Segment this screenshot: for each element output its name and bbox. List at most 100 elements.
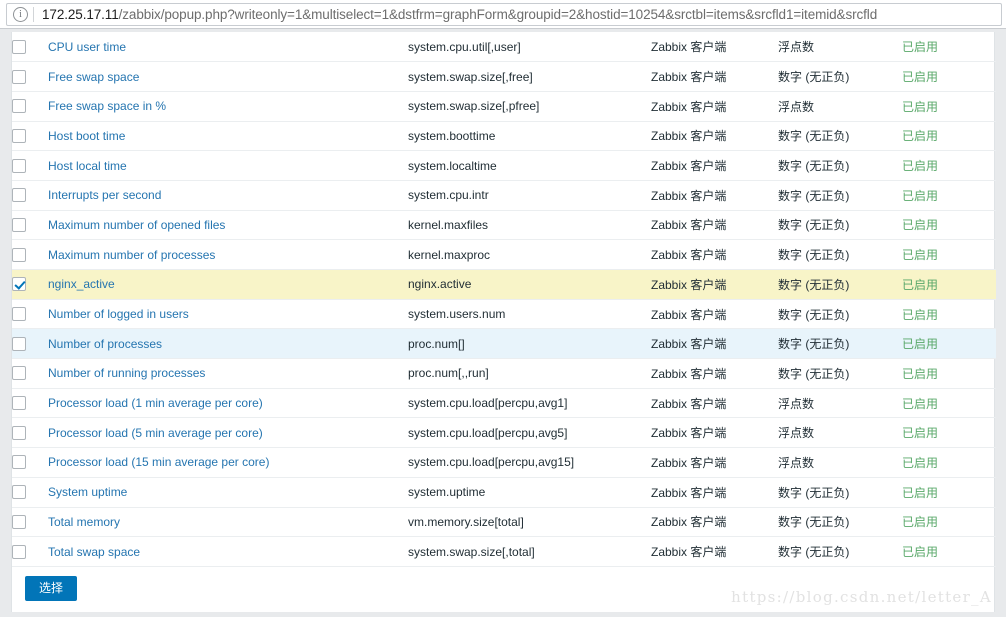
status-badge[interactable]: 已启用 [902, 456, 938, 470]
item-name-link[interactable]: Total swap space [48, 545, 140, 559]
row-checkbox[interactable] [12, 514, 26, 529]
table-row[interactable]: Interrupts per second system.cpu.intr Zabb… [12, 180, 996, 211]
table-row[interactable]: Free swap space in % system.swap.size[,pf… [12, 91, 996, 122]
row-checkbox[interactable] [12, 366, 26, 381]
row-checkbox-cell[interactable] [12, 536, 48, 567]
item-value-type-text: 浮点数 [778, 455, 815, 470]
item-name-link[interactable]: Total memory [48, 515, 120, 529]
row-checkbox-cell[interactable] [12, 269, 48, 300]
row-checkbox-cell[interactable] [12, 150, 48, 181]
table-row[interactable]: Number of processes proc.num[] Zabbix 客户端 数… [12, 328, 996, 360]
status-badge[interactable]: 已启用 [902, 515, 938, 529]
status-badge[interactable]: 已启用 [902, 218, 938, 232]
row-checkbox[interactable] [12, 336, 26, 351]
item-name-link[interactable]: Maximum number of processes [48, 248, 215, 262]
row-checkbox-cell[interactable] [12, 299, 48, 330]
item-name-link[interactable]: Number of logged in users [48, 307, 189, 321]
row-checkbox[interactable] [12, 39, 26, 54]
table-row[interactable]: Host boot time system.boottime Zabbix 客户端 数… [12, 121, 996, 152]
row-checkbox[interactable] [12, 307, 26, 322]
status-badge[interactable]: 已启用 [902, 337, 938, 351]
table-row[interactable]: Number of logged in users system.users.nu… [12, 299, 996, 330]
item-value-type-cell: 数字 (无正负) [778, 358, 902, 389]
info-circle-icon[interactable]: i [13, 6, 28, 22]
status-badge[interactable]: 已启用 [902, 486, 938, 500]
row-checkbox[interactable] [12, 217, 26, 232]
row-checkbox-cell[interactable] [12, 180, 48, 211]
item-name-link[interactable]: Host boot time [48, 129, 125, 143]
item-name-link[interactable]: Processor load (1 min average per core) [48, 396, 263, 410]
item-name-link[interactable]: Processor load (15 min average per core) [48, 455, 269, 469]
row-checkbox-cell[interactable] [12, 32, 48, 63]
table-row[interactable]: Processor load (15 min average per core)… [12, 447, 996, 478]
status-badge[interactable]: 已启用 [902, 100, 938, 114]
item-name-link[interactable]: Processor load (5 min average per core) [48, 426, 263, 440]
item-value-type-cell: 浮点数 [778, 388, 902, 419]
table-row[interactable]: CPU user time system.cpu.util[,user] Zabbi… [12, 32, 996, 63]
row-checkbox-cell[interactable] [12, 210, 48, 241]
row-checkbox[interactable] [12, 544, 26, 559]
table-row[interactable]: Total memory vm.memory.size[total] Zabbix … [12, 507, 996, 538]
status-badge[interactable]: 已启用 [902, 367, 938, 381]
item-name-link[interactable]: CPU user time [48, 40, 126, 54]
table-row[interactable]: nginx_active nginx.active Zabbix 客户端 数字 (无正… [12, 269, 996, 300]
table-row[interactable]: Processor load (5 min average per core) s… [12, 417, 996, 449]
status-badge[interactable]: 已启用 [902, 129, 938, 143]
table-row[interactable]: Number of running processes proc.num[,,ru… [12, 358, 996, 389]
table-row[interactable]: Total swap space system.swap.size[,total]… [12, 536, 996, 567]
status-badge[interactable]: 已启用 [902, 545, 938, 559]
row-checkbox-cell[interactable] [12, 477, 48, 508]
row-checkbox-cell[interactable] [12, 91, 48, 122]
row-checkbox[interactable] [12, 485, 26, 500]
status-badge[interactable]: 已启用 [902, 426, 938, 440]
item-name-link[interactable]: Host local time [48, 159, 127, 173]
item-name-link[interactable]: Free swap space [48, 70, 139, 84]
status-badge[interactable]: 已启用 [902, 248, 938, 262]
item-name-cell: Processor load (1 min average per core) [48, 388, 408, 419]
item-type-text: Zabbix 客户端 [651, 99, 727, 114]
item-name-link[interactable]: nginx_active [48, 277, 115, 291]
row-checkbox[interactable] [12, 188, 26, 203]
row-checkbox-cell[interactable] [12, 417, 48, 449]
row-checkbox[interactable] [12, 128, 26, 143]
row-checkbox-cell[interactable] [12, 358, 48, 389]
status-badge[interactable]: 已启用 [902, 159, 938, 173]
select-button[interactable]: 选择 [25, 575, 78, 601]
item-name-link[interactable]: Number of running processes [48, 366, 205, 380]
row-checkbox[interactable] [12, 247, 26, 262]
item-name-link[interactable]: Maximum number of opened files [48, 218, 225, 232]
table-row[interactable]: Host local time system.localtime Zabbix 客户… [12, 150, 996, 181]
item-value-type-text: 数字 (无正负) [778, 129, 850, 144]
row-checkbox-cell[interactable] [12, 507, 48, 538]
row-checkbox[interactable] [12, 158, 26, 173]
row-checkbox-cell[interactable] [12, 447, 48, 478]
row-checkbox[interactable] [12, 455, 26, 470]
row-checkbox-cell[interactable] [12, 388, 48, 419]
item-key-text: proc.num[,,run] [408, 366, 489, 381]
row-checkbox-cell[interactable] [12, 61, 48, 92]
item-name-link[interactable]: Free swap space in % [48, 99, 166, 113]
table-row[interactable]: System uptime system.uptime Zabbix 客户端 数字 (… [12, 477, 996, 508]
row-checkbox[interactable] [12, 277, 26, 292]
row-checkbox-cell[interactable] [12, 239, 48, 270]
table-row[interactable]: Processor load (1 min average per core) s… [12, 388, 996, 419]
table-row[interactable]: Maximum number of processes kernel.maxpro… [12, 239, 996, 270]
status-badge[interactable]: 已启用 [902, 70, 938, 84]
item-name-link[interactable]: Number of processes [48, 337, 162, 351]
row-checkbox-cell[interactable] [12, 121, 48, 152]
status-badge[interactable]: 已启用 [902, 397, 938, 411]
status-badge[interactable]: 已启用 [902, 189, 938, 203]
row-checkbox-cell[interactable] [12, 328, 48, 360]
status-badge[interactable]: 已启用 [902, 40, 938, 54]
item-name-link[interactable]: Interrupts per second [48, 188, 161, 202]
table-row[interactable]: Free swap space system.swap.size[,free] Za… [12, 61, 996, 92]
table-row[interactable]: Maximum number of opened files kernel.max… [12, 210, 996, 241]
item-name-link[interactable]: System uptime [48, 485, 127, 499]
status-badge[interactable]: 已启用 [902, 308, 938, 322]
row-checkbox[interactable] [12, 99, 26, 114]
url-input[interactable]: i 172.25.17.11/zabbix/popup.php?writeonl… [6, 2, 1002, 26]
status-badge[interactable]: 已启用 [902, 278, 938, 292]
row-checkbox[interactable] [12, 69, 26, 84]
row-checkbox[interactable] [12, 425, 26, 440]
row-checkbox[interactable] [12, 396, 26, 411]
